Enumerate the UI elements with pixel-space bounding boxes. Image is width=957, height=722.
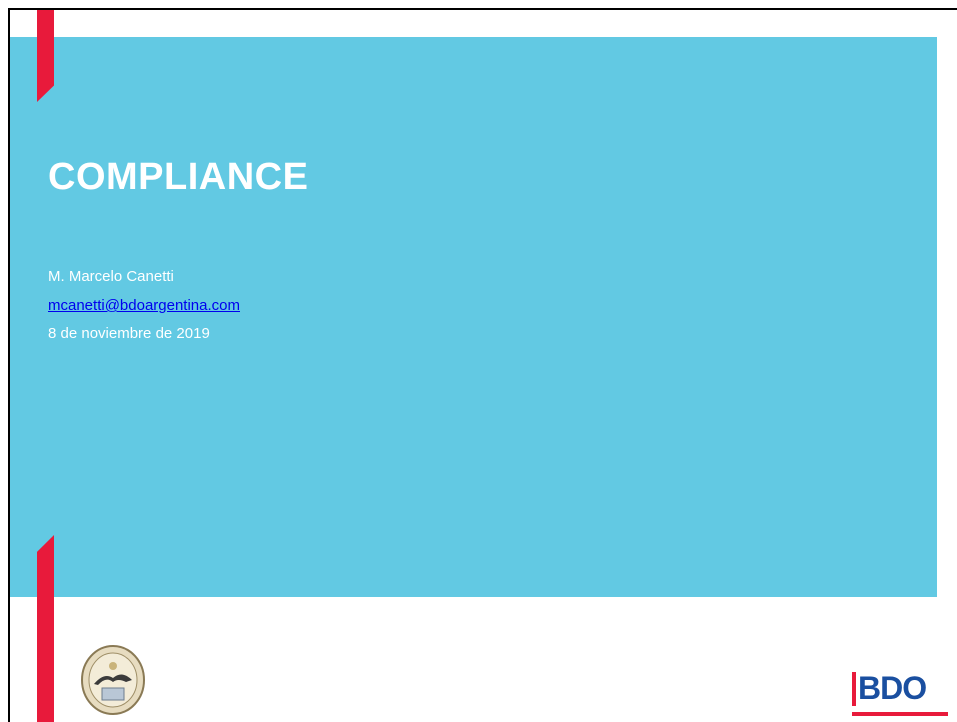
slide-title: COMPLIANCE xyxy=(48,156,309,198)
title-panel xyxy=(10,37,937,597)
presenter-email-link[interactable]: mcanetti@bdoargentina.com xyxy=(48,297,240,314)
institution-seal-icon xyxy=(81,645,145,715)
bdo-logo: BDO xyxy=(852,668,948,716)
bdo-logo-bar xyxy=(852,672,856,706)
bdo-logo-underline xyxy=(852,712,948,716)
bdo-logo-text: BDO xyxy=(858,670,927,706)
presenter-name: M. Marcelo Canetti xyxy=(48,268,174,285)
presentation-date: 8 de noviembre de 2019 xyxy=(48,325,210,342)
accent-bar-bottom xyxy=(37,535,54,722)
